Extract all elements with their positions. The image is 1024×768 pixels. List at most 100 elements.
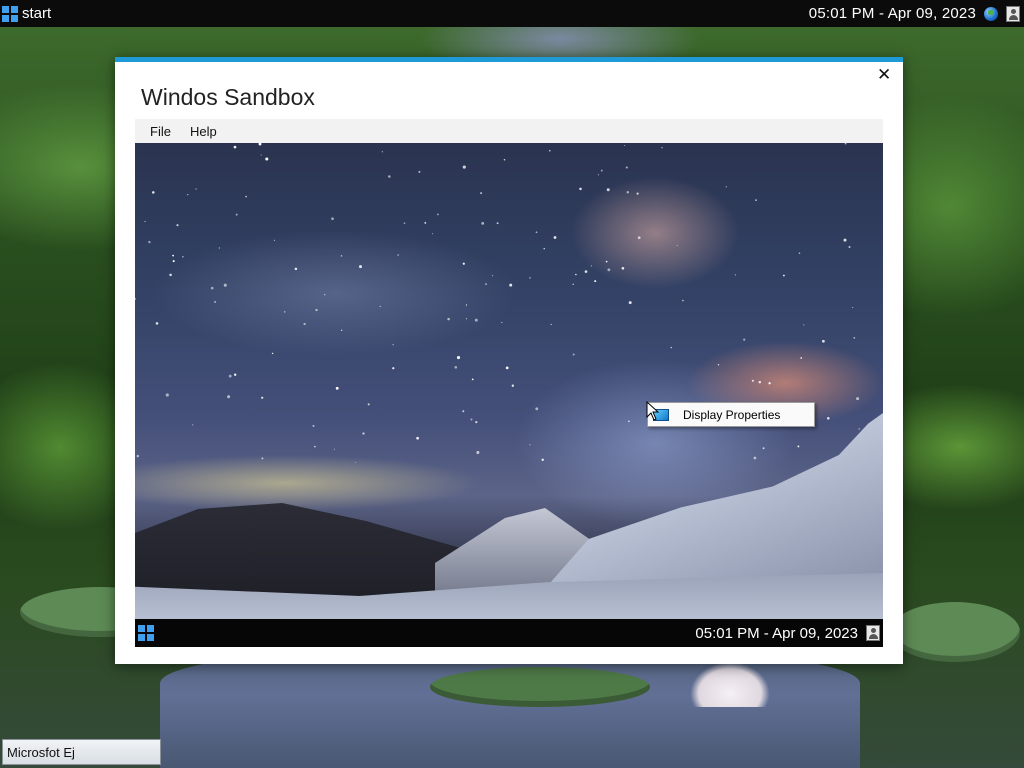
windows-logo-icon — [138, 625, 154, 641]
wallpaper-star — [227, 395, 231, 399]
wallpaper-star — [511, 384, 514, 387]
wallpaper-star — [751, 379, 754, 382]
wallpaper-star — [462, 165, 466, 169]
guest-tray: 05:01 PM - Apr 09, 2023 — [695, 625, 883, 642]
wallpaper-star — [626, 191, 630, 194]
wallpaper-star — [261, 457, 264, 460]
windows-logo-icon — [2, 5, 18, 22]
globe-icon[interactable] — [984, 6, 998, 21]
wallpaper-star — [553, 236, 557, 239]
wallpaper-star — [218, 247, 220, 249]
wallpaper-star — [214, 300, 217, 303]
wallpaper-star — [628, 301, 632, 305]
sandbox-window: ✕ Windos Sandbox File Help Display Prope… — [115, 57, 903, 664]
wallpaper-star — [176, 224, 179, 227]
wallpaper-star — [235, 213, 238, 216]
wallpaper-star — [403, 222, 406, 224]
wallpaper-star — [625, 166, 628, 169]
wallpaper-star — [379, 305, 381, 307]
wallpaper-star — [273, 239, 275, 241]
host-taskbar: start 05:01 PM - Apr 09, 2023 — [0, 0, 1024, 27]
wallpaper-star — [743, 338, 746, 341]
wallpaper-star — [822, 339, 825, 343]
wallpaper-star — [418, 170, 421, 173]
menu-file[interactable]: File — [135, 124, 171, 139]
wallpaper-star — [594, 280, 597, 283]
wallpaper-star — [856, 397, 860, 401]
wallpaper-star — [636, 192, 639, 195]
wallpaper-star — [782, 274, 785, 277]
wallpaper-star — [195, 188, 197, 190]
wallpaper-star — [623, 144, 626, 147]
guest-start-button[interactable] — [135, 625, 154, 641]
wallpaper-star — [755, 199, 757, 201]
wallpaper-star — [607, 268, 611, 272]
wallpaper-star — [283, 311, 286, 313]
wallpaper-star — [471, 378, 474, 381]
wallpaper-star — [381, 151, 383, 153]
wallpaper-star — [447, 317, 450, 321]
wallpaper-star — [529, 277, 531, 279]
wallpaper-star — [503, 158, 506, 161]
wallpaper-star — [294, 267, 298, 271]
taskbar-item-microsoft-edge[interactable]: Microsfot Ej — [2, 739, 161, 765]
wallpaper-star — [223, 283, 227, 287]
guest-clock[interactable]: 05:01 PM - Apr 09, 2023 — [695, 625, 858, 642]
wallpaper-star — [670, 346, 673, 349]
wallpaper-star — [501, 321, 503, 324]
window-title: Windos Sandbox — [141, 84, 315, 110]
start-button[interactable]: start — [0, 0, 51, 27]
wallpaper-star — [575, 273, 577, 276]
guest-desktop[interactable]: Display Properties 05:01 PM - Apr 09, 20… — [135, 143, 883, 647]
wallpaper-star — [606, 188, 610, 192]
wallpaper-star — [475, 420, 478, 424]
wallpaper-star — [233, 145, 237, 149]
wallpaper-star — [768, 382, 771, 385]
wallpaper-star — [843, 238, 847, 242]
host-clock[interactable]: 05:01 PM - Apr 09, 2023 — [809, 5, 976, 22]
wallpaper-star — [505, 366, 509, 370]
wallpaper-star — [392, 344, 394, 346]
wallpaper-star — [155, 322, 159, 325]
wallpaper-star — [271, 352, 274, 355]
wallpaper-star — [852, 307, 854, 309]
wallpaper-star — [661, 147, 663, 149]
wallpaper-star — [424, 222, 427, 224]
wallpaper-star — [465, 318, 467, 320]
wallpaper-star — [367, 403, 370, 406]
wallpaper-star — [172, 260, 175, 263]
wallpaper-star — [454, 365, 458, 369]
wallpaper-star — [734, 274, 736, 276]
wallpaper-star — [548, 149, 551, 152]
wallpaper-star — [572, 283, 574, 285]
wallpaper-star — [848, 246, 851, 248]
wallpaper-star — [496, 222, 499, 225]
wallpaper-star — [535, 407, 539, 411]
wallpaper-star — [210, 286, 214, 290]
guest-taskbar: 05:01 PM - Apr 09, 2023 — [135, 619, 883, 647]
user-icon[interactable] — [866, 625, 880, 641]
wallpaper-star — [858, 428, 860, 430]
wallpaper-star — [605, 260, 608, 263]
wallpaper-star — [340, 255, 343, 257]
menu-help[interactable]: Help — [175, 124, 217, 139]
wallpaper-star — [597, 174, 600, 176]
wallpaper-star — [431, 233, 433, 235]
wallpaper-star — [762, 447, 765, 450]
wallpaper-star — [725, 186, 727, 188]
wallpaper-star — [470, 418, 473, 421]
close-icon[interactable]: ✕ — [877, 66, 891, 83]
wallpaper-star — [682, 299, 684, 302]
wallpaper-star — [628, 420, 630, 423]
context-menu-item-display-properties[interactable]: Display Properties — [648, 403, 814, 426]
wallpaper-star — [135, 297, 137, 300]
wallpaper-star — [579, 187, 582, 191]
wallpaper-star — [543, 248, 545, 250]
wallpaper-star — [312, 424, 315, 427]
wallpaper-star — [572, 353, 575, 356]
wallpaper-star — [182, 256, 184, 258]
wallpaper-star — [758, 380, 762, 384]
user-icon[interactable] — [1006, 5, 1020, 22]
wallpaper-star — [535, 231, 538, 234]
wallpaper-star — [462, 410, 465, 413]
